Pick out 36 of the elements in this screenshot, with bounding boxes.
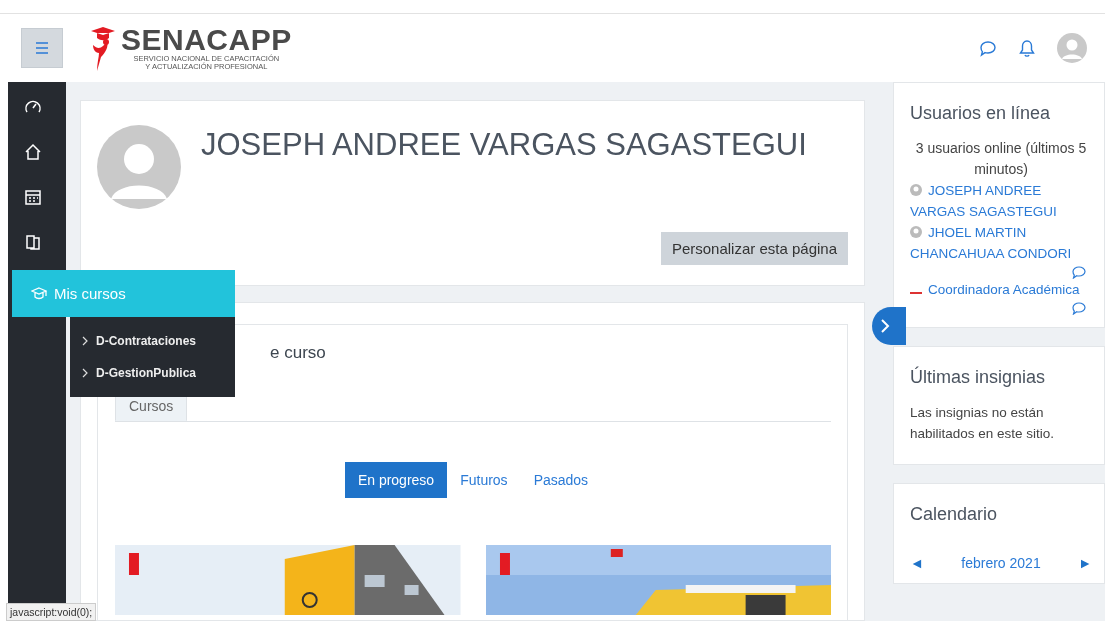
filter-tab[interactable]: En progreso: [344, 462, 448, 498]
user-link[interactable]: JOSEPH ANDREE VARGAS SAGASTEGUI: [910, 180, 1092, 222]
block-title: Usuarios en línea: [910, 103, 1052, 124]
chevron-right-icon: [82, 336, 88, 346]
message-icon[interactable]: [1072, 302, 1086, 315]
logo-icon: [910, 291, 922, 295]
bell-icon[interactable]: [1019, 38, 1035, 58]
course-menu-item[interactable]: D-Contrataciones: [82, 325, 235, 357]
previous-month-link[interactable]: ◄: [910, 555, 924, 571]
calendar-icon[interactable]: [24, 188, 42, 206]
graduation-cap-icon: [31, 286, 47, 301]
chat-icon[interactable]: [979, 39, 997, 57]
block-title: e curso: [270, 343, 326, 362]
block-title: Calendario: [910, 504, 999, 525]
message-icon[interactable]: [1072, 266, 1086, 279]
menu-button[interactable]: [21, 28, 63, 68]
filter-tab[interactable]: Pasados: [520, 462, 602, 498]
badges-message: Las insignias no están habilitados en este sitio.: [910, 404, 1056, 443]
user-link[interactable]: JHOEL MARTIN CHANCAHUAA CONDORI: [910, 222, 1092, 264]
home-icon[interactable]: [24, 143, 42, 161]
online-summary: 3 usuarios online (últimos 5 minutos): [914, 139, 1088, 179]
filter-tab[interactable]: Futuros: [447, 462, 521, 498]
month-link[interactable]: febrero 2021: [961, 555, 1041, 571]
user-avatar-icon: [910, 184, 922, 196]
menu-icon[interactable]: [35, 42, 49, 54]
chevron-right-icon: [82, 368, 88, 378]
customize-page-button[interactable]: Personalizar esta página: [660, 232, 848, 265]
files-icon[interactable]: [24, 233, 42, 251]
user-avatar-icon: [910, 226, 922, 238]
profile-name: JOSEPH ANDREE VARGAS SAGASTEGUI: [201, 127, 807, 163]
block-title: Últimas insignias: [910, 367, 1047, 388]
status-url: javascript:void(0);: [6, 603, 97, 621]
next-month-link[interactable]: ►: [1078, 555, 1092, 571]
user-link[interactable]: Coordinadora Académica: [910, 279, 1092, 300]
logo-name: SENACAPP: [121, 25, 292, 55]
chevron-right-icon: [880, 318, 890, 334]
